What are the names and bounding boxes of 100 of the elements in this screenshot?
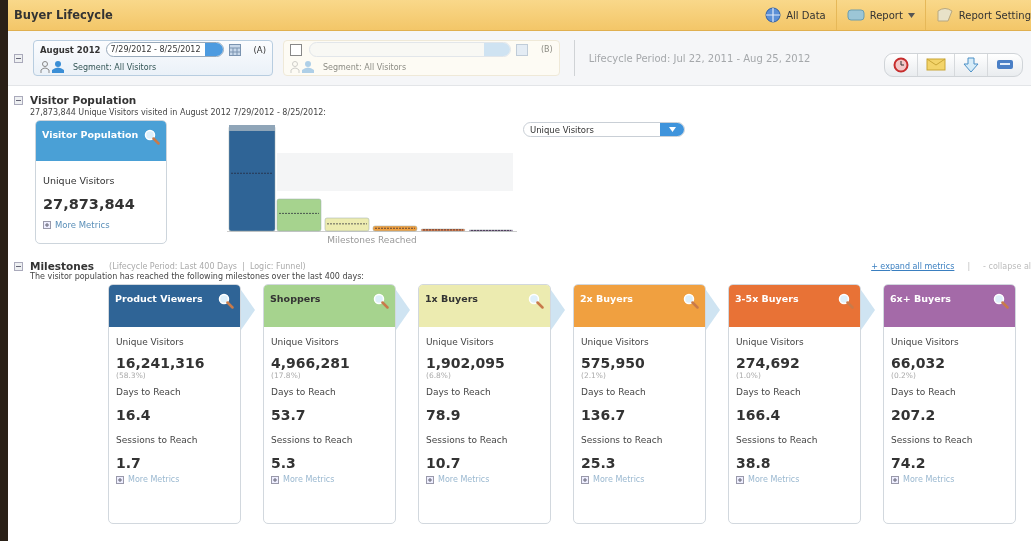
metric-label: Unique Visitors — [426, 337, 495, 347]
more-metrics-link[interactable]: More Metrics — [903, 475, 955, 484]
segment-tag: (B) — [540, 45, 553, 54]
section-summary: 27,873,844 Unique Visitors visited in August 2012 7/29/2012 - 8/25/2012: — [30, 108, 328, 117]
chevron-arrow-icon — [241, 290, 255, 330]
section-note: (Lifecycle Period: Last 400 Days | Logic: Funnel) — [109, 261, 307, 271]
expand-icon[interactable] — [426, 475, 434, 484]
period-label: August 2012 — [40, 44, 101, 55]
metric-value: 1.7 — [116, 455, 142, 471]
expand-icon[interactable] — [581, 475, 589, 484]
chart-bar — [468, 229, 514, 232]
metric-value: 66,032 — [891, 355, 947, 371]
metric-value: 16,241,316 — [116, 355, 206, 371]
chart-bar — [324, 217, 370, 232]
metric-label: Days to Reach — [891, 387, 957, 397]
metric-label: Sessions to Reach — [891, 435, 974, 445]
magnifier-icon[interactable] — [528, 293, 544, 309]
metric-label: Days to Reach — [271, 387, 337, 397]
metric-label: Unique Visitors — [271, 337, 340, 347]
metric-dropdown[interactable]: Unique Visitors — [523, 122, 685, 137]
magnifier-icon[interactable] — [144, 129, 160, 145]
more-metrics-link[interactable]: More Metrics — [55, 220, 110, 230]
metric-value: 25.3 — [581, 455, 617, 471]
link-separator: | — [967, 261, 971, 271]
calendar-icon[interactable] — [228, 43, 241, 56]
metric-value: 78.9 — [426, 407, 462, 423]
toolbar-button[interactable]: Report — [835, 0, 925, 30]
mail-icon[interactable] — [926, 57, 946, 71]
more-metrics-link[interactable]: More Metrics — [593, 475, 645, 484]
collapse-icon[interactable] — [14, 53, 23, 63]
more-metrics-link[interactable]: More Metrics — [748, 475, 800, 484]
chevron-arrow-icon — [551, 290, 565, 330]
report-icon[interactable] — [846, 8, 865, 22]
segment-label: Segment: All Visitors — [73, 62, 157, 72]
metric-label: Sessions to Reach — [736, 435, 819, 445]
magnifier-icon[interactable] — [993, 293, 1009, 309]
card-title: 6x+ Buyers — [890, 293, 951, 306]
metric-label: Unique Visitors — [736, 337, 805, 347]
card-title: Shoppers — [270, 293, 321, 306]
metric-value: 166.4 — [736, 407, 782, 423]
metric-label: Unique Visitors — [43, 175, 116, 186]
expand-all-link[interactable]: + expand all metrics — [871, 261, 955, 271]
section-title: Visitor Population — [30, 94, 137, 106]
magnifier-icon[interactable] — [218, 293, 234, 309]
metric-label: Sessions to Reach — [426, 435, 509, 445]
lifecycle-period: Lifecycle Period: Jul 22, 2011 - Aug 25, 2012 — [588, 52, 812, 64]
collapse-icon[interactable] — [14, 95, 23, 105]
metric-label: Days to Reach — [116, 387, 182, 397]
expand-icon[interactable] — [271, 475, 279, 484]
expand-icon[interactable] — [43, 221, 51, 229]
chevron-arrow-icon — [706, 290, 720, 330]
card-title: 2x Buyers — [580, 293, 634, 306]
compare-checkbox[interactable] — [289, 43, 302, 56]
card-title: Visitor Population — [42, 129, 139, 142]
window-title: Buyer Lifecycle — [14, 8, 114, 22]
magnifier-icon[interactable] — [373, 293, 389, 309]
date-range-dropdown[interactable]: 7/29/2012 - 8/25/2012 — [105, 42, 224, 57]
more-metrics-link[interactable]: More Metrics — [283, 475, 335, 484]
metric-value: 53.7 — [271, 407, 307, 423]
card-title: 3-5x Buyers — [735, 293, 799, 306]
metric-label: Sessions to Reach — [271, 435, 354, 445]
section-summary: The visitor population has reached the following milestones over the last 400 days: — [30, 272, 366, 281]
expand-icon[interactable] — [116, 475, 124, 484]
expand-icon[interactable] — [891, 475, 899, 484]
metric-value: 74.2 — [891, 455, 927, 471]
metric-label: Days to Reach — [426, 387, 492, 397]
metric-value: 207.2 — [891, 407, 937, 423]
metric-label: Unique Visitors — [891, 337, 960, 347]
metric-value: 136.7 — [581, 407, 627, 423]
metric-value: 38.8 — [736, 455, 772, 471]
card-title: Product Viewers — [115, 293, 203, 306]
toolbar-button[interactable]: Report Setting — [924, 0, 1031, 30]
chart-bar — [372, 225, 418, 232]
chart-axis-label: Milestones Reached — [327, 235, 417, 245]
segment-tag: (A) — [253, 44, 266, 55]
toolbar-button[interactable]: All Data — [755, 0, 836, 30]
magnifier-icon[interactable] — [683, 293, 699, 309]
metric-value: 274,692 — [736, 355, 801, 371]
metric-value: 10.7 — [426, 455, 462, 471]
caret-icon[interactable] — [907, 12, 915, 18]
more-metrics-link[interactable]: More Metrics — [438, 475, 490, 484]
metric-label: Unique Visitors — [581, 337, 650, 347]
expand-icon[interactable] — [736, 475, 744, 484]
metric-value: 27,873,844 — [43, 196, 136, 212]
metric-value: 575,950 — [581, 355, 646, 371]
caret-icon[interactable] — [668, 127, 676, 132]
more-metrics-link[interactable]: More Metrics — [128, 475, 180, 484]
download-arrow-icon[interactable] — [963, 57, 979, 73]
globe-icon[interactable] — [765, 7, 782, 23]
collapse-icon[interactable] — [14, 261, 23, 271]
metric-label: Unique Visitors — [116, 337, 185, 347]
chart-bar — [420, 228, 466, 232]
clock-icon[interactable] — [893, 57, 909, 73]
metric-value: 4,966,281 — [271, 355, 351, 371]
chevron-arrow-icon — [861, 290, 875, 330]
chevron-arrow-icon — [396, 290, 410, 330]
segment-label: Segment: All Visitors — [322, 62, 407, 72]
magnifier-icon[interactable] — [838, 293, 854, 309]
metric-value: 1,902,095 — [426, 355, 506, 371]
metric-label: Sessions to Reach — [116, 435, 199, 445]
